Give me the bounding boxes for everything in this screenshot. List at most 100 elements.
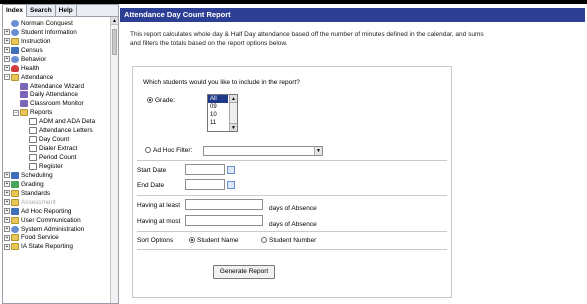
tab-help[interactable]: Help	[56, 5, 77, 17]
sidebar-item-label: Behavior	[21, 55, 47, 63]
sort-by-number-option[interactable]: Student Number	[261, 237, 316, 244]
at-most-input[interactable]	[185, 215, 263, 226]
sidebar-item[interactable]: Attendance Letters	[3, 126, 118, 135]
start-date-input[interactable]	[185, 164, 225, 175]
report-panel: Attendance Day Count Report This report …	[120, 8, 585, 304]
adhoc-option[interactable]: Ad Hoc Filter:	[145, 147, 192, 154]
heart-icon	[11, 64, 19, 72]
collapse-icon[interactable]: −	[4, 74, 10, 81]
tab-index[interactable]: Index	[3, 5, 27, 17]
grade-radio[interactable]	[147, 97, 153, 104]
at-least-input[interactable]	[185, 199, 263, 210]
expand-icon[interactable]: +	[4, 172, 10, 179]
expand-icon[interactable]: +	[4, 47, 10, 54]
grade-option[interactable]: Grade:	[147, 97, 175, 104]
sidebar-item[interactable]: ADM and ADA Deta	[3, 117, 118, 126]
calendar-icon[interactable]	[227, 166, 235, 174]
blue-icon	[11, 207, 19, 215]
blue-icon	[11, 171, 19, 179]
expand-icon[interactable]: +	[4, 226, 10, 233]
sidebar-item[interactable]: Dialer Extract	[3, 144, 118, 153]
scroll-down-icon[interactable]: ▼	[230, 123, 237, 131]
expand-icon[interactable]: +	[4, 243, 10, 250]
grade-listbox[interactable]: All 09 10 11 ▲ ▼	[207, 94, 238, 132]
sidebar-item[interactable]: Period Count	[3, 153, 118, 162]
grade-option-all[interactable]: All	[208, 95, 228, 103]
expand-icon[interactable]: +	[4, 217, 10, 224]
sort-name-radio[interactable]	[189, 237, 195, 244]
sidebar-item[interactable]: + Health	[3, 64, 118, 73]
sidebar-item[interactable]: Attendance Wizard	[3, 82, 118, 91]
sidebar-item-label: Food Service	[21, 234, 59, 242]
sidebar-item[interactable]: + Standards	[3, 189, 118, 198]
expand-icon[interactable]: +	[4, 181, 10, 188]
sidebar-item[interactable]: + Behavior	[3, 55, 118, 64]
sidebar-item[interactable]: + IA State Reporting	[3, 242, 118, 251]
sidebar-item[interactable]: + Grading	[3, 180, 118, 189]
scroll-up-icon[interactable]: ▲	[230, 95, 237, 103]
sidebar-item-label: Register	[39, 162, 63, 170]
expand-icon[interactable]: +	[4, 190, 10, 197]
sidebar-item-label: Grading	[21, 180, 44, 188]
chevron-down-icon[interactable]: ▼	[314, 147, 322, 155]
generate-report-button[interactable]: Generate Report	[213, 265, 275, 279]
sidebar-item[interactable]: + Instruction	[3, 37, 118, 46]
sidebar-item[interactable]: Day Count	[3, 135, 118, 144]
sidebar-item[interactable]: + Food Service	[3, 234, 118, 243]
expand-icon[interactable]: +	[4, 199, 10, 206]
at-most-suffix: days of Absence	[269, 221, 317, 228]
expand-icon[interactable]: +	[4, 29, 10, 36]
sort-options-label: Sort Options	[137, 237, 174, 244]
sidebar-item[interactable]: Norman Conquest	[3, 19, 118, 28]
tab-search[interactable]: Search	[27, 5, 56, 17]
folder-icon	[20, 109, 28, 117]
grade-list-scrollbar[interactable]: ▲ ▼	[229, 95, 237, 131]
sidebar-item-label: Attendance	[21, 73, 54, 81]
sidebar-item[interactable]: + Scheduling	[3, 171, 118, 180]
collapse-icon[interactable]: −	[13, 109, 19, 116]
adhoc-radio[interactable]	[145, 147, 151, 154]
calendar-icon[interactable]	[227, 181, 235, 189]
expand-icon[interactable]: +	[4, 38, 10, 45]
start-date-label: Start Date	[137, 167, 167, 174]
sidebar-item[interactable]: + Student Information	[3, 28, 118, 37]
sidebar-item[interactable]: + Ad Hoc Reporting	[3, 207, 118, 216]
scrollbar-thumb[interactable]	[112, 29, 117, 55]
blue-icon	[11, 46, 19, 54]
sidebar-item-label: Census	[21, 46, 43, 54]
sidebar-item[interactable]: + User Communication	[3, 216, 118, 225]
sidebar-item[interactable]: Classroom Monitor	[3, 99, 118, 108]
sidebar-item[interactable]: − Attendance	[3, 73, 118, 82]
sidebar-item[interactable]: Daily Attendance	[3, 91, 118, 100]
sort-number-radio[interactable]	[261, 237, 267, 244]
sidebar-tabs: Index Search Help	[3, 5, 118, 17]
expand-icon[interactable]: +	[4, 208, 10, 215]
end-date-label: End Date	[137, 182, 165, 189]
expand-icon[interactable]: +	[4, 65, 10, 72]
sidebar-item[interactable]: + Assessment	[3, 198, 118, 207]
folder-icon	[11, 234, 19, 242]
expand-icon[interactable]: +	[4, 234, 10, 241]
end-date-input[interactable]	[185, 179, 225, 190]
sort-by-name-option[interactable]: Student Name	[189, 237, 239, 244]
doc-icon	[29, 154, 37, 162]
scroll-up-icon[interactable]: ▲	[111, 17, 118, 25]
adhoc-filter-select[interactable]: ▼	[203, 146, 323, 156]
doc-icon	[29, 118, 37, 126]
report-options-form: Which students would you like to include…	[132, 66, 452, 298]
sidebar-item[interactable]: + System Administration	[3, 225, 118, 234]
sidebar-item[interactable]: + Census	[3, 46, 118, 55]
sidebar-scrollbar[interactable]: ▲	[110, 17, 118, 303]
sort-name-label: Student Name	[197, 237, 239, 244]
sidebar-item-label: Assessment	[21, 198, 56, 206]
expand-icon[interactable]: +	[4, 56, 10, 63]
sidebar-item[interactable]: − Reports	[3, 108, 118, 117]
sidebar-item-label: Daily Attendance	[30, 91, 78, 99]
folder-icon	[11, 189, 19, 197]
sidebar-item[interactable]: Register	[3, 162, 118, 171]
